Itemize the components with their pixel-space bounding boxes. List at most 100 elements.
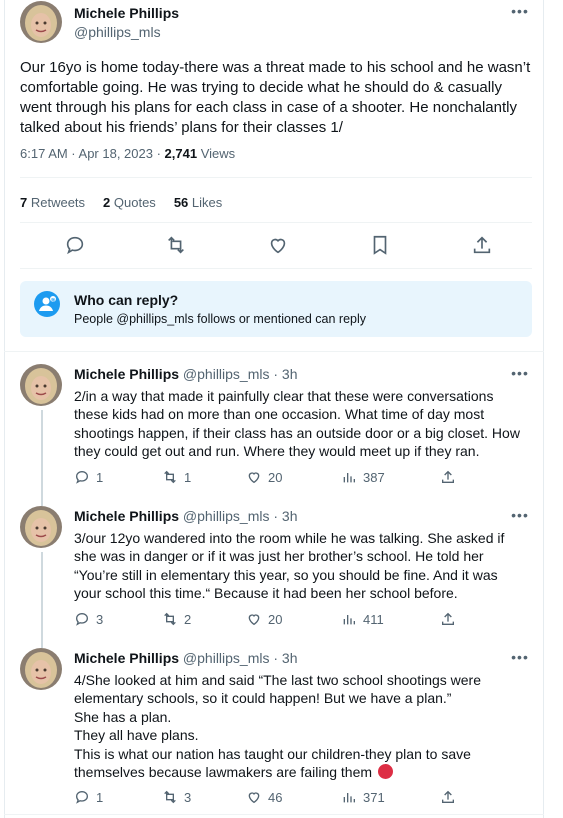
reply-actions: 1 1 20 387 bbox=[74, 469, 474, 489]
avatar[interactable] bbox=[20, 648, 62, 690]
likes-count: 56 bbox=[173, 195, 189, 210]
divider bbox=[4, 814, 544, 815]
reply-text-line: 4/She looked at him and said “The last t… bbox=[74, 672, 482, 707]
more-options-icon[interactable]: ••• bbox=[510, 366, 530, 380]
reply-text-line: This is what our nation has taught our c… bbox=[74, 745, 471, 781]
more-options-icon[interactable]: ••• bbox=[510, 4, 530, 18]
author-handle[interactable]: @phillips_mls bbox=[74, 24, 161, 40]
reply-text: 2/in a way that made it painfully clear … bbox=[74, 388, 520, 460]
share-icon[interactable] bbox=[471, 234, 493, 256]
tweet-actions bbox=[20, 234, 532, 258]
reply-button[interactable]: 3 bbox=[74, 611, 103, 627]
analytics-icon bbox=[343, 615, 355, 625]
more-options-icon[interactable]: ••• bbox=[510, 650, 530, 664]
author-name[interactable]: Michele Phillips bbox=[74, 366, 179, 382]
reply-text: 4/She looked at him and said “The last t… bbox=[74, 671, 524, 781]
views-button[interactable]: 411 bbox=[341, 611, 384, 627]
reply-icon bbox=[75, 470, 89, 484]
share-icon bbox=[442, 470, 454, 483]
like-icon bbox=[248, 472, 260, 484]
main-tweet: Michele Phillips @phillips_mls ••• Our 1… bbox=[4, 0, 544, 352]
thread-reply[interactable]: Michele Phillips @phillips_mls · 3h ••• … bbox=[4, 354, 544, 506]
share-icon bbox=[442, 790, 454, 803]
quotes-stat[interactable]: 2 Quotes bbox=[103, 195, 156, 210]
thread-reply[interactable]: Michele Phillips @phillips_mls · 3h ••• … bbox=[4, 638, 544, 814]
who-can-reply-box: @ Who can reply? People @phillips_mls fo… bbox=[20, 281, 532, 337]
author-name[interactable]: Michele Phillips bbox=[74, 5, 179, 21]
views-label: Views bbox=[197, 146, 236, 161]
like-count: 20 bbox=[268, 469, 283, 485]
like-icon bbox=[248, 792, 260, 804]
reply-button[interactable]: 1 bbox=[74, 469, 103, 485]
tweet-timestamp[interactable]: 6:17 AM · Apr 18, 2023 · bbox=[20, 146, 165, 161]
thread-connector bbox=[41, 552, 43, 648]
mention-icon: @ bbox=[34, 291, 60, 317]
analytics-icon bbox=[343, 793, 355, 803]
author-handle-time[interactable]: @phillips_mls · 3h bbox=[183, 508, 298, 524]
reply-icon bbox=[75, 612, 89, 626]
reply-icon[interactable] bbox=[64, 234, 86, 256]
reply-text-line: They all have plans. bbox=[74, 727, 199, 744]
thread-connector bbox=[41, 410, 43, 506]
share-icon bbox=[442, 612, 454, 625]
author-name[interactable]: Michele Phillips bbox=[74, 650, 179, 666]
retweet-icon bbox=[164, 470, 176, 484]
tweet-stats: 7 Retweets 2 Quotes 56 Likes bbox=[20, 195, 222, 210]
like-icon bbox=[248, 614, 260, 626]
share-button[interactable] bbox=[440, 611, 456, 627]
views-button[interactable]: 387 bbox=[341, 469, 385, 485]
quotes-label: Quotes bbox=[110, 195, 156, 210]
share-button[interactable] bbox=[440, 469, 456, 485]
thread-reply[interactable]: Michele Phillips @phillips_mls · 3h ••• … bbox=[4, 496, 544, 648]
share-button[interactable] bbox=[440, 789, 456, 805]
views-count: 387 bbox=[363, 469, 385, 485]
author-handle-time[interactable]: @phillips_mls · 3h bbox=[183, 650, 298, 666]
reply-header: Michele Phillips @phillips_mls · 3h bbox=[74, 650, 298, 666]
avatar[interactable] bbox=[20, 506, 62, 548]
analytics-icon bbox=[343, 473, 355, 483]
avatar[interactable] bbox=[20, 364, 62, 406]
tweet-meta: 6:17 AM · Apr 18, 2023 · 2,741 Views bbox=[20, 146, 235, 161]
more-options-icon[interactable]: ••• bbox=[510, 508, 530, 522]
retweet-icon[interactable] bbox=[165, 234, 187, 256]
views-count: 411 bbox=[363, 611, 384, 627]
bookmark-icon[interactable] bbox=[369, 234, 391, 256]
retweet-button[interactable]: 2 bbox=[162, 611, 191, 627]
retweet-count: 1 bbox=[184, 469, 192, 485]
reply-actions: 3 2 20 411 bbox=[74, 611, 474, 631]
avatar[interactable] bbox=[20, 1, 62, 43]
who-can-reply-title: Who can reply? bbox=[74, 292, 179, 308]
reply-actions: 1 3 46 371 bbox=[74, 789, 474, 809]
reply-count: 3 bbox=[96, 611, 104, 627]
svg-text:@: @ bbox=[51, 298, 56, 304]
views-button[interactable]: 371 bbox=[341, 789, 385, 805]
likes-label: Likes bbox=[188, 195, 223, 210]
like-button[interactable]: 20 bbox=[246, 469, 282, 485]
divider bbox=[20, 177, 532, 178]
retweet-count: 2 bbox=[184, 611, 192, 627]
likes-stat[interactable]: 56 Likes bbox=[174, 195, 222, 210]
who-can-reply-subtitle: People @phillips_mls follows or mentione… bbox=[74, 312, 366, 326]
reply-count: 1 bbox=[96, 469, 104, 485]
retweet-icon bbox=[164, 790, 176, 804]
views-count: 371 bbox=[363, 789, 385, 805]
retweet-button[interactable]: 3 bbox=[162, 789, 191, 805]
author-name[interactable]: Michele Phillips bbox=[74, 508, 179, 524]
reply-header: Michele Phillips @phillips_mls · 3h bbox=[74, 508, 298, 524]
reply-button[interactable]: 1 bbox=[74, 789, 103, 805]
reply-count: 1 bbox=[96, 789, 104, 805]
like-button[interactable]: 20 bbox=[246, 611, 282, 627]
like-count: 46 bbox=[268, 789, 283, 805]
reply-text-line: She has a plan. bbox=[74, 708, 172, 725]
red-circle-icon bbox=[377, 764, 393, 780]
retweet-button[interactable]: 1 bbox=[162, 469, 191, 485]
author-handle-time[interactable]: @phillips_mls · 3h bbox=[183, 366, 298, 382]
like-button[interactable]: 46 bbox=[246, 789, 282, 805]
retweets-label: Retweets bbox=[27, 195, 86, 210]
like-icon[interactable] bbox=[267, 234, 289, 256]
like-count: 20 bbox=[268, 611, 283, 627]
retweets-stat[interactable]: 7 Retweets bbox=[20, 195, 85, 210]
divider bbox=[20, 222, 532, 223]
retweet-icon bbox=[164, 612, 176, 626]
reply-text: 3/our 12yo wandered into the room while … bbox=[74, 530, 505, 602]
